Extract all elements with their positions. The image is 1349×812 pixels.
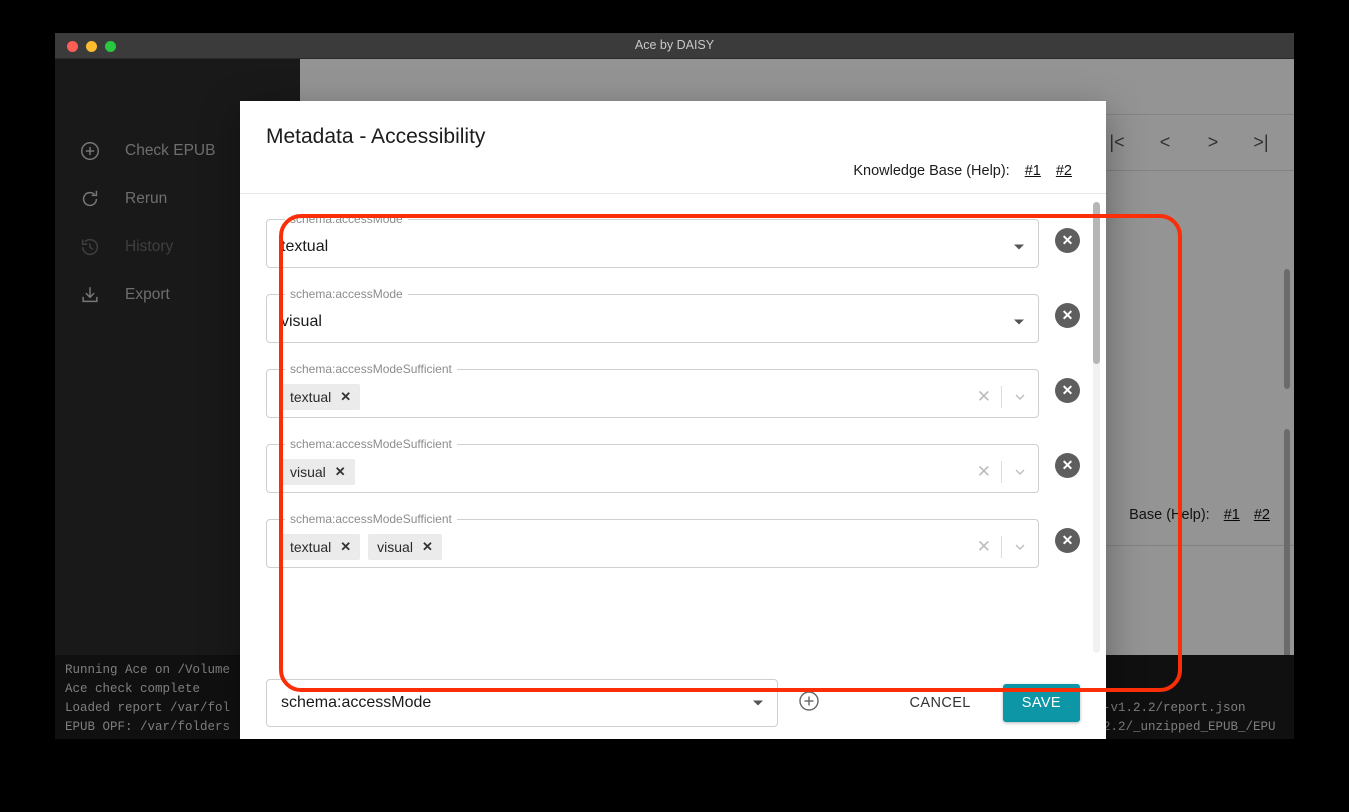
metadata-field-row: schema:accessMode textual ✕ [266, 212, 1080, 268]
chip-remove-icon[interactable]: ✕ [422, 539, 433, 555]
dialog-kb-link-2[interactable]: #2 [1056, 163, 1072, 179]
actions-divider [1001, 385, 1002, 408]
dialog-body: schema:accessMode textual ✕ schema:acces… [240, 193, 1106, 659]
window-titlebar: Ace by DAISY [55, 33, 1294, 59]
chip-label: visual [377, 538, 413, 555]
save-button[interactable]: SAVE [1002, 684, 1080, 722]
dialog-scrollbar-track[interactable] [1093, 202, 1100, 653]
multiselect-actions: ✕ [977, 535, 1028, 558]
remove-field-button[interactable]: ✕ [1055, 452, 1080, 478]
window-body: Check EPUB Rerun History Export |< < > >… [55, 59, 1294, 739]
window-title: Ace by DAISY [634, 38, 715, 52]
chip-remove-icon[interactable]: ✕ [340, 539, 351, 555]
remove-field-button[interactable]: ✕ [1055, 302, 1080, 328]
metadata-field-list: schema:accessMode textual ✕ schema:acces… [240, 194, 1106, 659]
app-window: Ace by DAISY Check EPUB Rerun History Ex… [55, 33, 1294, 739]
multiselect-actions: ✕ [977, 460, 1028, 483]
dialog-kb-link-1[interactable]: #1 [1025, 163, 1041, 179]
dialog-scrollbar-thumb[interactable] [1093, 202, 1100, 364]
field-legend: schema:accessModeSufficient [290, 362, 452, 376]
field-legend: schema:accessMode [290, 287, 403, 301]
dialog-footer: schema:accessMode CANCEL SAVE [240, 659, 1106, 739]
metadata-field-row: schema:accessModeSufficient visual ✕ ✕ ✕ [266, 437, 1080, 493]
field-legend: schema:accessMode [290, 212, 403, 226]
chevron-down-icon[interactable] [1014, 244, 1024, 249]
chevron-down-icon[interactable] [1012, 389, 1028, 405]
metadata-field-row: schema:accessModeSufficient textual ✕ vi… [266, 512, 1080, 568]
access-mode-select-1[interactable]: schema:accessMode textual [266, 212, 1039, 268]
dialog-title: Metadata - Accessibility [266, 125, 486, 148]
access-mode-sufficient-multiselect-2[interactable]: schema:accessModeSufficient visual ✕ ✕ [266, 437, 1039, 493]
chevron-down-icon[interactable] [1014, 319, 1024, 324]
chip-label: textual [290, 538, 332, 555]
field-value: textual [281, 237, 329, 255]
clear-icon[interactable]: ✕ [977, 462, 991, 482]
dialog-kb-label: Knowledge Base (Help): [853, 163, 1010, 179]
remove-field-button[interactable]: ✕ [1055, 377, 1080, 403]
clear-icon[interactable]: ✕ [977, 387, 991, 407]
value-chip[interactable]: textual ✕ [281, 533, 361, 560]
chevron-down-icon[interactable] [753, 700, 763, 706]
value-chip[interactable]: textual ✕ [281, 383, 361, 410]
remove-field-button[interactable]: ✕ [1055, 227, 1080, 253]
value-chip[interactable]: visual ✕ [368, 533, 442, 560]
clear-icon[interactable]: ✕ [977, 537, 991, 557]
chevron-down-icon[interactable] [1012, 464, 1028, 480]
chevron-down-icon[interactable] [1012, 539, 1028, 555]
chip-remove-icon[interactable]: ✕ [335, 464, 346, 480]
remove-field-button[interactable]: ✕ [1055, 527, 1080, 553]
value-chip[interactable]: visual ✕ [281, 458, 355, 485]
actions-divider [1001, 535, 1002, 558]
cancel-button[interactable]: CANCEL [896, 685, 985, 721]
add-property-select[interactable]: schema:accessMode [266, 679, 778, 727]
field-legend: schema:accessModeSufficient [290, 512, 452, 526]
metadata-accessibility-dialog: Metadata - Accessibility Knowledge Base … [240, 101, 1106, 739]
access-mode-select-2[interactable]: schema:accessMode visual [266, 287, 1039, 343]
dialog-knowledge-base-row: Knowledge Base (Help): #1 #2 [266, 163, 1080, 179]
actions-divider [1001, 460, 1002, 483]
access-mode-sufficient-multiselect-3[interactable]: schema:accessModeSufficient textual ✕ vi… [266, 512, 1039, 568]
access-mode-sufficient-multiselect-1[interactable]: schema:accessModeSufficient textual ✕ ✕ [266, 362, 1039, 418]
field-legend: schema:accessModeSufficient [290, 437, 452, 451]
multiselect-actions: ✕ [977, 385, 1028, 408]
dialog-header: Metadata - Accessibility Knowledge Base … [240, 101, 1106, 179]
chip-label: visual [290, 463, 326, 480]
field-value: visual [281, 312, 322, 330]
plus-circle-icon [797, 689, 821, 718]
metadata-field-row: schema:accessModeSufficient textual ✕ ✕ [266, 362, 1080, 418]
chip-label: textual [290, 388, 332, 405]
metadata-field-row: schema:accessMode visual ✕ [266, 287, 1080, 343]
add-property-value: schema:accessMode [281, 694, 432, 711]
add-property-button[interactable] [796, 690, 822, 716]
chip-remove-icon[interactable]: ✕ [340, 389, 351, 405]
